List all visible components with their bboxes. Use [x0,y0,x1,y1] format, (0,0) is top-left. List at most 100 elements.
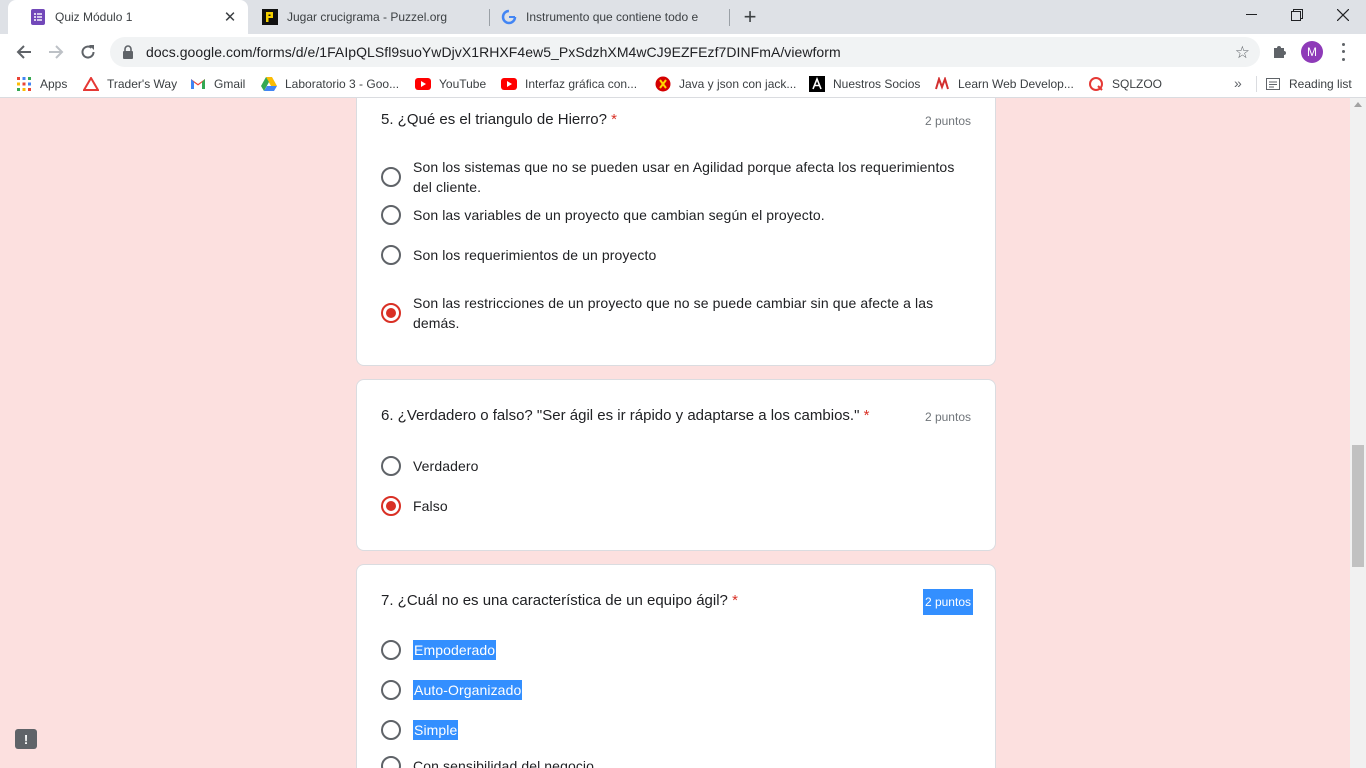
extensions-puzzle-icon[interactable] [1271,42,1289,60]
scrollbar-thumb[interactable] [1352,445,1364,567]
close-window-button[interactable] [1320,0,1366,30]
radio-option[interactable]: Auto-Organizado [381,680,973,700]
bookmark-apps[interactable]: Apps [16,75,67,93]
bookmark-label: Nuestros Socios [833,77,921,91]
form-content: 5. ¿Qué es el triangulo de Hierro? * 2 p… [0,98,1350,768]
points-label: 2 puntos [922,589,973,615]
radio-button[interactable] [381,640,401,660]
required-asterisk: * [732,592,738,609]
forward-button[interactable] [42,38,70,66]
reading-list-label: Reading list [1289,77,1352,91]
tab-title: Quiz Módulo 1 [55,10,133,24]
radio-button[interactable] [381,245,401,265]
more-bookmarks-icon[interactable]: » [1234,75,1242,91]
radio-option[interactable]: Son los sistemas que no se pueden usar e… [381,157,973,197]
bookmark-youtube[interactable]: YouTube [415,75,486,93]
page-scrollbar[interactable] [1350,98,1366,768]
radio-button[interactable] [381,167,401,187]
option-label: Verdadero [413,458,479,474]
option-label: Falso [413,498,448,514]
radio-button-checked[interactable] [381,496,401,516]
minimize-button[interactable] [1228,0,1274,30]
radio-button[interactable] [381,680,401,700]
bookmark-interfaz[interactable]: Interfaz gráfica con... [501,75,637,93]
bookmark-separator [1256,76,1257,92]
reload-button[interactable] [74,38,102,66]
bookmark-java-json[interactable]: Java y json con jack... [655,75,796,93]
bookmark-label: Gmail [214,77,246,91]
radio-option[interactable]: Son los requerimientos de un proyecto [381,245,973,265]
question-title: 6. ¿Verdadero o falso? "Ser ágil es ir r… [381,407,869,424]
radio-button[interactable] [381,720,401,740]
bookmark-gmail[interactable]: Gmail [190,75,245,93]
radio-option[interactable]: Son las restricciones de un proyecto que… [381,293,973,333]
traders-way-icon [83,76,99,92]
chrome-menu-icon[interactable] [1340,41,1346,63]
bookmark-laboratorio[interactable]: Laboratorio 3 - Goo... [261,75,399,93]
question-title-text: 7. ¿Cuál no es una característica de un … [381,592,728,609]
bookmark-label: YouTube [439,77,487,91]
apps-grid-icon [16,76,32,92]
reading-list-icon [1266,78,1280,90]
tab-title: Jugar crucigrama - Puzzel.org [287,10,448,24]
radio-option[interactable]: Verdadero [381,456,973,476]
youtube-icon [501,76,517,92]
close-tab-icon[interactable]: ✕ [220,7,240,27]
option-label: Son las variables de un proyecto que cam… [413,207,825,223]
restore-button[interactable] [1274,0,1320,30]
bookmark-nuestros-socios[interactable]: Nuestros Socios [809,75,920,93]
radio-option[interactable]: Falso [381,496,973,516]
radio-button[interactable] [381,205,401,225]
question-title-text: 5. ¿Qué es el triangulo de Hierro? [381,111,607,128]
gmail-icon [190,76,206,92]
tab-title: Instrumento que contiene todo e [526,10,699,24]
option-label: Auto-Organizado [413,680,523,700]
profile-avatar[interactable]: M [1301,41,1323,63]
bookmark-learn-web[interactable]: Learn Web Develop... [934,75,1074,93]
radio-button[interactable] [381,456,401,476]
bookmark-star-icon[interactable]: ☆ [1235,43,1250,63]
radio-option[interactable]: Empoderado [381,640,973,660]
points-label: 2 puntos [924,114,971,128]
url-text: docs.google.com/forms/d/e/1FAIpQLSfl9suo… [146,44,841,60]
option-label: Son los sistemas que no se pueden usar e… [413,159,955,195]
google-icon [501,9,517,25]
required-asterisk: * [611,111,617,128]
scroll-up-arrow-icon[interactable] [1354,102,1362,107]
option-label: Simple [413,720,459,740]
points-label: 2 puntos [924,410,971,424]
address-bar[interactable]: docs.google.com/forms/d/e/1FAIpQLSfl9suo… [110,37,1260,67]
bookmark-label: Learn Web Develop... [958,77,1074,91]
radio-option[interactable]: Simple [381,720,973,740]
radio-option[interactable]: Son las variables de un proyecto que cam… [381,205,973,225]
bookmark-sqlzoo[interactable]: SQLZOO [1088,75,1162,93]
radio-option[interactable]: Con sensibilidad del negocio [381,756,973,768]
radio-button[interactable] [381,756,401,768]
report-feedback-icon[interactable]: ! [15,729,37,749]
lock-icon [122,45,134,59]
option-label: Son los requerimientos de un proyecto [413,247,657,263]
question-title: 5. ¿Qué es el triangulo de Hierro? * [381,111,617,128]
google-drive-icon [261,76,277,92]
option-label: Con sensibilidad del negocio [413,758,595,768]
radio-button-checked[interactable] [381,303,401,323]
back-button[interactable] [10,38,38,66]
bookmarks-bar: Apps Trader's Way Gmail Laboratorio 3 - … [0,70,1366,98]
reading-list-button[interactable]: Reading list [1266,75,1352,93]
puzzel-icon [262,9,278,25]
sqlzoo-icon [1088,76,1104,92]
bookmark-traders-way[interactable]: Trader's Way [83,75,177,93]
question-title-text: 6. ¿Verdadero o falso? "Ser ágil es ir r… [381,407,860,424]
bookmark-label: Apps [40,77,68,91]
new-tab-button[interactable]: + [738,4,762,29]
youtube-icon [415,76,431,92]
tab-puzzel[interactable]: Jugar crucigrama - Puzzel.org [248,0,488,34]
google-forms-icon [30,9,46,25]
tab-instrumento[interactable]: Instrumento que contiene todo e [489,0,729,34]
question-card: 5. ¿Qué es el triangulo de Hierro? * 2 p… [356,98,996,366]
bookmark-label: Java y json con jack... [679,77,797,91]
tab-separator [729,9,730,26]
tab-quiz[interactable]: Quiz Módulo 1 ✕ [8,0,248,34]
option-label: Empoderado [413,640,497,660]
tab-strip: Quiz Módulo 1 ✕ Jugar crucigrama - Puzze… [0,0,1366,34]
